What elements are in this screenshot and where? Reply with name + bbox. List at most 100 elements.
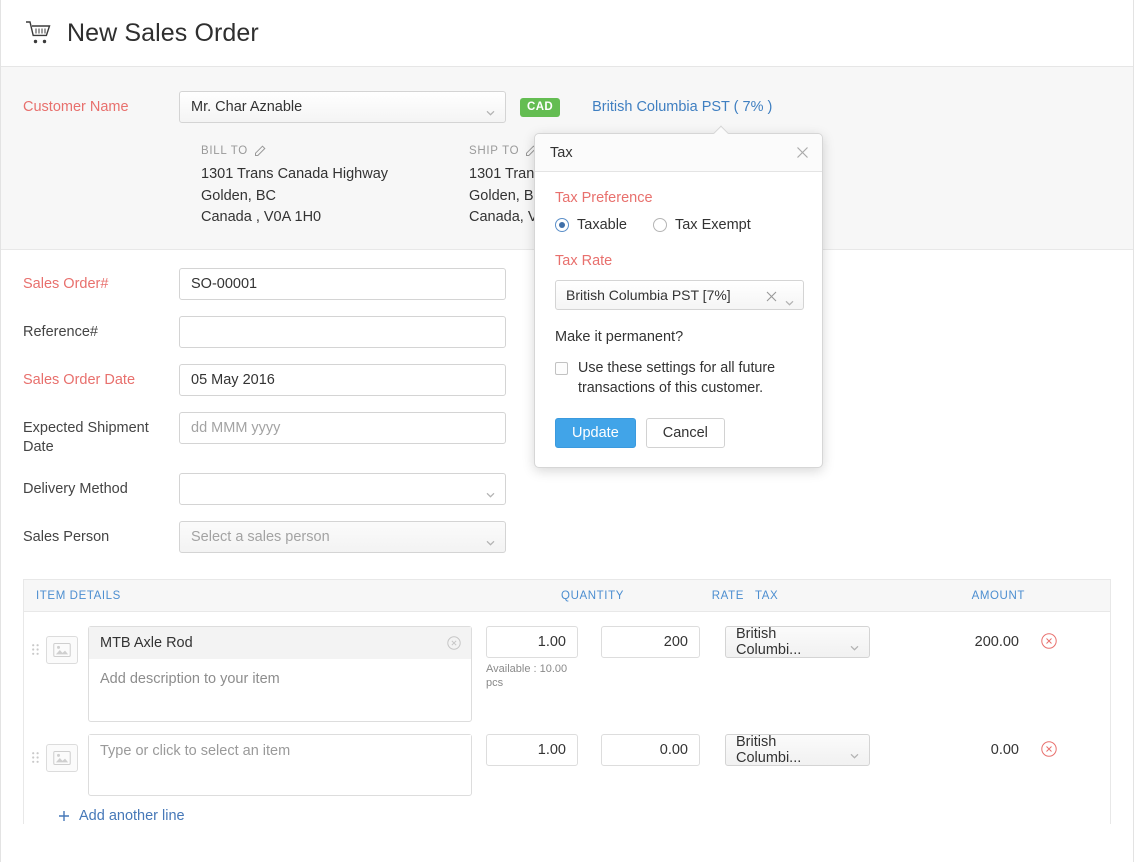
customer-name-select[interactable]: Mr. Char Aznable [179, 91, 506, 123]
item-image-placeholder[interactable] [46, 744, 78, 772]
drag-handle[interactable] [24, 734, 46, 761]
customer-name-value: Mr. Char Aznable [191, 99, 302, 115]
delivery-method-row: Delivery Method [1, 473, 1133, 505]
tax-rate-value: British Columbia PST [7%] [566, 287, 731, 303]
sales-person-label: Sales Person [1, 521, 179, 547]
bill-to-heading: BILL TO [201, 145, 469, 157]
delivery-method-select[interactable] [179, 473, 506, 505]
radio-taxable[interactable] [555, 218, 569, 232]
chevron-down-icon [486, 486, 495, 492]
reference-no-label: Reference# [1, 316, 179, 342]
reference-no-input[interactable] [179, 316, 506, 348]
tax-select[interactable]: British Columbi... [725, 734, 870, 766]
column-header-amount: AMOUNT [864, 590, 1027, 602]
bill-to-label: BILL TO [201, 145, 248, 157]
item-description-input[interactable]: Add description to your item [89, 659, 471, 721]
table-row: Type or click to select an item 1.00 0.0… [24, 722, 1110, 796]
permanent-checkbox-row: Use these settings for all future transa… [555, 359, 802, 398]
drag-handle[interactable] [24, 626, 46, 653]
quantity-value: 1.00 [538, 742, 566, 758]
table-row: MTB Axle Rod Add description to your ite… [24, 612, 1110, 722]
quantity-cell: 1.00 [486, 734, 593, 766]
quantity-cell: 1.00 Available : 10.00 pcs [486, 626, 593, 690]
cancel-button[interactable]: Cancel [646, 418, 725, 448]
edit-pencil-icon[interactable] [254, 145, 266, 157]
delete-row-icon[interactable] [1041, 633, 1057, 649]
item-name-input[interactable]: MTB Axle Rod [89, 627, 471, 659]
sales-order-no-value: SO-00001 [191, 276, 257, 292]
chevron-down-icon [785, 293, 794, 299]
column-header-quantity: QUANTITY [524, 590, 624, 602]
quantity-input[interactable]: 1.00 [486, 626, 578, 658]
permanent-checkbox[interactable] [555, 362, 568, 375]
currency-badge: CAD [520, 98, 560, 117]
delete-row-icon[interactable] [1041, 741, 1057, 757]
column-header-item-details: ITEM DETAILS [24, 590, 524, 602]
customer-tax-link[interactable]: British Columbia PST ( 7% ) [592, 99, 772, 115]
available-stock-label: Available : 10.00 pcs [486, 662, 574, 690]
item-name-container: Type or click to select an item [88, 734, 472, 796]
bill-to-line-1: 1301 Trans Canada Highway [201, 164, 469, 186]
chevron-down-icon [486, 534, 495, 540]
sales-order-page: New Sales Order Customer Name Mr. Char A… [0, 0, 1134, 862]
item-description-input[interactable] [89, 767, 471, 795]
popover-header: Tax [535, 134, 822, 172]
page-header: New Sales Order [1, 0, 1133, 67]
tax-value: British Columbi... [736, 734, 845, 766]
rate-input[interactable]: 200 [601, 626, 700, 658]
column-header-rate: RATE [624, 590, 744, 602]
sales-order-no-input[interactable]: SO-00001 [179, 268, 506, 300]
item-name-input[interactable]: Type or click to select an item [89, 735, 471, 767]
bill-to-line-3: Canada , V0A 1H0 [201, 207, 469, 229]
clear-item-icon[interactable] [447, 636, 461, 650]
radio-tax-exempt-label: Tax Exempt [675, 217, 751, 233]
make-permanent-question: Make it permanent? [555, 329, 802, 345]
rate-input[interactable]: 0.00 [601, 734, 700, 766]
item-image-placeholder[interactable] [46, 636, 78, 664]
amount-value: 200.00 [885, 626, 1019, 650]
item-details-table: ITEM DETAILS QUANTITY RATE TAX AMOUNT [23, 579, 1111, 824]
sales-order-no-label: Sales Order# [1, 268, 179, 294]
tax-rate-select[interactable]: British Columbia PST [7%] [555, 280, 804, 310]
permanent-checkbox-label: Use these settings for all future transa… [578, 359, 788, 398]
tax-select[interactable]: British Columbi... [725, 626, 870, 658]
rate-value: 200 [664, 634, 688, 650]
update-button[interactable]: Update [555, 418, 636, 448]
drag-dots-icon [32, 750, 39, 761]
tax-preference-radio-group: Taxable Tax Exempt [555, 217, 802, 233]
rate-cell: 0.00 [601, 734, 707, 766]
ship-to-label: SHIP TO [469, 145, 519, 157]
tax-cell: British Columbi... [725, 626, 885, 658]
plus-icon [58, 810, 70, 822]
rate-cell: 200 [601, 626, 707, 658]
delivery-method-label: Delivery Method [1, 473, 179, 499]
page-title: New Sales Order [67, 19, 259, 48]
popover-arrow [713, 125, 729, 134]
customer-name-row: Customer Name Mr. Char Aznable CAD Briti… [1, 91, 1133, 123]
customer-name-label: Customer Name [1, 99, 179, 115]
tax-preference-label: Tax Preference [555, 190, 802, 206]
drag-dots-icon [32, 642, 39, 653]
delete-row-cell [1019, 734, 1079, 757]
tax-rate-label: Tax Rate [555, 253, 802, 269]
add-another-line-label: Add another line [79, 808, 185, 824]
close-icon[interactable] [796, 146, 809, 159]
item-name-container: MTB Axle Rod Add description to your ite… [88, 626, 472, 722]
sales-order-date-label: Sales Order Date [1, 364, 179, 390]
quantity-value: 1.00 [538, 634, 566, 650]
add-another-line-button[interactable]: Add another line [58, 808, 1110, 824]
quantity-input[interactable]: 1.00 [486, 734, 578, 766]
bill-to-column: BILL TO 1301 Trans Canada Highway Golden… [201, 145, 469, 229]
sales-order-date-input[interactable]: 05 May 2016 [179, 364, 506, 396]
clear-tax-rate-icon[interactable] [766, 289, 777, 300]
sales-person-row: Sales Person Select a sales person [1, 521, 1133, 553]
sales-person-placeholder: Select a sales person [191, 529, 330, 545]
item-name-placeholder: Type or click to select an item [100, 743, 290, 759]
radio-tax-exempt[interactable] [653, 218, 667, 232]
sales-order-date-value: 05 May 2016 [191, 372, 275, 388]
tax-value: British Columbi... [736, 626, 845, 658]
rate-value: 0.00 [660, 742, 688, 758]
expected-shipment-date-placeholder: dd MMM yyyy [191, 420, 280, 436]
sales-person-select[interactable]: Select a sales person [179, 521, 506, 553]
expected-shipment-date-input[interactable]: dd MMM yyyy [179, 412, 506, 444]
